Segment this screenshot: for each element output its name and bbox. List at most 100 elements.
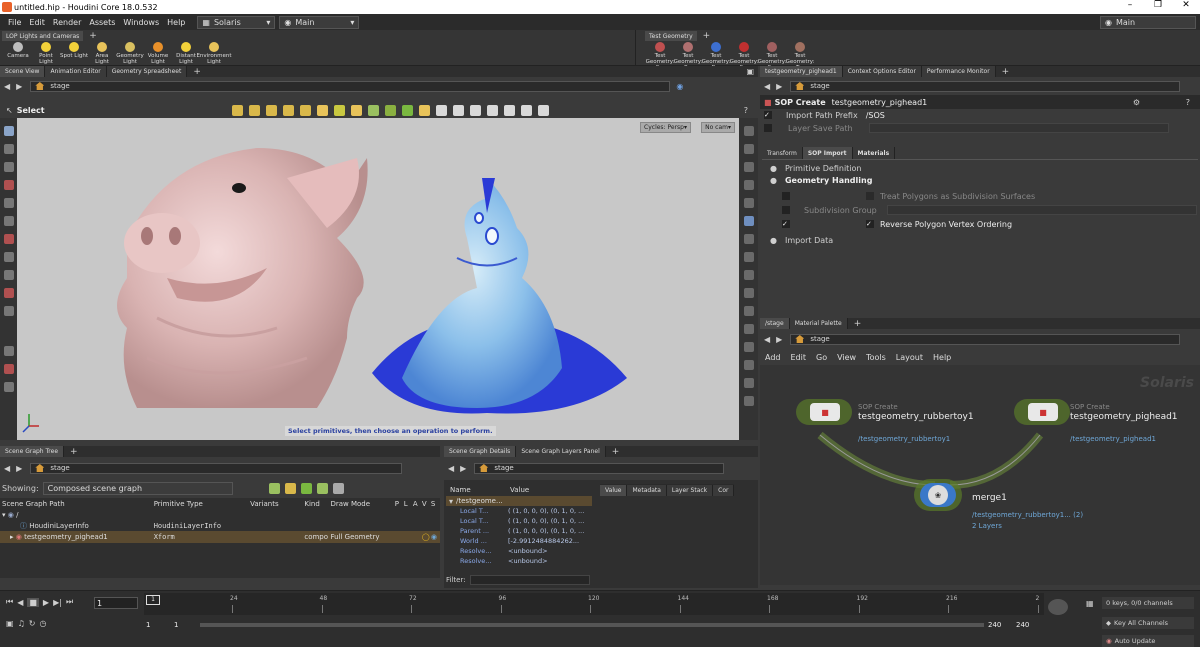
display-option-icon[interactable]: [743, 306, 754, 316]
back-arrow-icon[interactable]: ◀: [448, 464, 454, 473]
menu-file[interactable]: File: [4, 18, 25, 27]
reverse-polygon-toggle[interactable]: ✓: [782, 220, 790, 228]
left-tool-icon[interactable]: [3, 216, 14, 226]
scene-tree-tool-icon[interactable]: [300, 482, 312, 494]
tab-scene-graph-details[interactable]: Scene Graph Details: [444, 446, 517, 457]
lights-tool-3[interactable]: Area Light: [88, 42, 116, 65]
display-option-icon[interactable]: [743, 180, 754, 190]
tree-row-pighead[interactable]: ▸ ◉ testgeometry_pighead1 Xform compo Fu…: [0, 531, 440, 543]
left-tool-icon[interactable]: [3, 162, 14, 172]
subtab-transform[interactable]: Transform: [762, 147, 803, 159]
display-option-icon[interactable]: [743, 342, 754, 352]
viewport-tool-icon[interactable]: [249, 104, 260, 116]
reverse-polygon-checkbox[interactable]: ✓: [866, 220, 874, 228]
add-tab-button[interactable]: +: [70, 447, 78, 457]
menu-edit[interactable]: Edit: [25, 18, 49, 27]
minimize-button[interactable]: –: [1116, 0, 1144, 14]
network-menu-view[interactable]: View: [832, 353, 861, 362]
details-row[interactable]: Parent ... ( (1, 0, 0, 0), (0, 1, 0, ...: [446, 526, 592, 536]
viewport-tool-icon[interactable]: [504, 104, 515, 116]
loop-icon[interactable]: ↻: [29, 619, 36, 628]
help-icon[interactable]: ?: [744, 106, 748, 115]
col-l[interactable]: L: [404, 498, 413, 509]
audio-icon[interactable]: ♫: [18, 619, 25, 628]
left-tool-icon[interactable]: [3, 198, 14, 208]
camera-menu[interactable]: Cycles: Persp ▾: [640, 122, 691, 133]
node-pighead[interactable]: ■: [1014, 399, 1070, 425]
col-a[interactable]: A: [413, 498, 422, 509]
subdivision-group-toggle[interactable]: [782, 206, 790, 214]
scene-tree-tool-icon[interactable]: [268, 482, 280, 494]
viewport-tool-icon[interactable]: [521, 104, 532, 116]
shelf-tab-test-geometry[interactable]: Test Geometry: [645, 31, 697, 41]
lights-tool-2[interactable]: Spot Light: [60, 42, 88, 65]
layer-save-checkbox[interactable]: [764, 124, 772, 132]
treat-polygons-toggle[interactable]: [782, 192, 790, 200]
details-root-row[interactable]: ▾ /testgeome...: [446, 496, 592, 506]
playhead[interactable]: 1: [146, 595, 160, 605]
viewport-tool-icon[interactable]: [232, 104, 243, 116]
range-end2-field[interactable]: 240: [1016, 621, 1029, 629]
context-selector[interactable]: ◉ Main ▾: [279, 15, 360, 29]
collapse-icon[interactable]: ●: [770, 176, 777, 185]
display-option-icon[interactable]: [743, 288, 754, 298]
menu-render[interactable]: Render: [49, 18, 85, 27]
display-option-icon[interactable]: [743, 198, 754, 208]
display-option-icon[interactable]: [743, 144, 754, 154]
display-option-icon[interactable]: [743, 378, 754, 388]
tab-material-palette[interactable]: Material Palette: [789, 318, 848, 329]
add-shelf-tab-button[interactable]: +: [89, 31, 97, 41]
viewport-tool-icon[interactable]: [266, 104, 277, 116]
cam-menu[interactable]: No cam ▾: [701, 122, 735, 133]
time-slider[interactable]: 1 24 48 72 96 120 144 168 192 216 2: [144, 593, 1044, 615]
showing-selector[interactable]: Composed scene graph: [42, 481, 233, 495]
left-tool-icon[interactable]: [3, 382, 14, 392]
lights-tool-5[interactable]: Volume Light: [144, 42, 172, 65]
help-icon[interactable]: ?: [1186, 98, 1190, 107]
display-option-icon[interactable]: [743, 126, 754, 136]
viewport-tool-icon[interactable]: [402, 104, 413, 116]
network-menu-help[interactable]: Help: [928, 353, 956, 362]
viewport-tool-icon[interactable]: [453, 104, 464, 116]
viewport-tool-icon[interactable]: [538, 104, 549, 116]
tab-scene-graph-tree[interactable]: Scene Graph Tree: [0, 446, 65, 457]
node-merge[interactable]: ❀: [914, 479, 962, 511]
geometry-handling-folder[interactable]: Geometry Handling: [785, 176, 872, 185]
node-name-field[interactable]: testgeometry_pighead1: [832, 98, 928, 107]
select-tool-icon[interactable]: ↖: [6, 106, 13, 115]
scene-view-path[interactable]: stage: [30, 80, 671, 92]
viewport-tool-icon[interactable]: [385, 104, 396, 116]
viewport-tool-icon[interactable]: [334, 104, 345, 116]
lights-tool-1[interactable]: Point Light: [32, 42, 60, 65]
draw-mode-selector[interactable]: Full Geometry: [330, 533, 379, 541]
rubbertoy-name[interactable]: testgeometry_rubbertoy1: [858, 412, 974, 422]
tab-parameters[interactable]: testgeometry_pighead1: [760, 66, 843, 77]
left-tool-icon[interactable]: [3, 144, 14, 154]
back-arrow-icon[interactable]: ◀: [764, 82, 770, 91]
collapse-icon[interactable]: ▾: [2, 511, 6, 519]
details-row[interactable]: Local T... ( (1, 0, 0, 0), (0, 1, 0, ...: [446, 516, 592, 526]
node-rubbertoy[interactable]: ■: [796, 399, 852, 425]
tab-metadata[interactable]: Metadata: [627, 484, 667, 496]
tab-geometry-spreadsheet[interactable]: Geometry Spreadsheet: [106, 66, 188, 77]
left-tool-icon[interactable]: [3, 288, 14, 298]
left-tool-icon[interactable]: [3, 252, 14, 262]
scene-tree-tool-icon[interactable]: [332, 482, 344, 494]
current-frame-field[interactable]: 1: [94, 597, 138, 609]
viewport-tool-icon[interactable]: [436, 104, 447, 116]
range-start2-field[interactable]: 1: [174, 621, 178, 629]
tab-context-options[interactable]: Context Options Editor: [842, 66, 922, 77]
col-value[interactable]: Value: [510, 486, 529, 494]
jump-end-icon[interactable]: ⏭: [66, 597, 73, 607]
expand-icon[interactable]: ●: [770, 164, 777, 173]
col-path[interactable]: Scene Graph Path: [0, 498, 154, 509]
left-tool-icon[interactable]: [3, 126, 14, 136]
filter-input[interactable]: [469, 575, 590, 585]
col-kind[interactable]: Kind: [304, 498, 330, 509]
display-option-icon[interactable]: [743, 162, 754, 172]
viewport-tool-icon[interactable]: [419, 104, 430, 116]
forward-arrow-icon[interactable]: ▶: [776, 335, 782, 344]
col-draw-mode[interactable]: Draw Mode: [330, 498, 394, 509]
viewport-tool-icon[interactable]: [300, 104, 311, 116]
network-path[interactable]: stage: [790, 333, 1181, 345]
